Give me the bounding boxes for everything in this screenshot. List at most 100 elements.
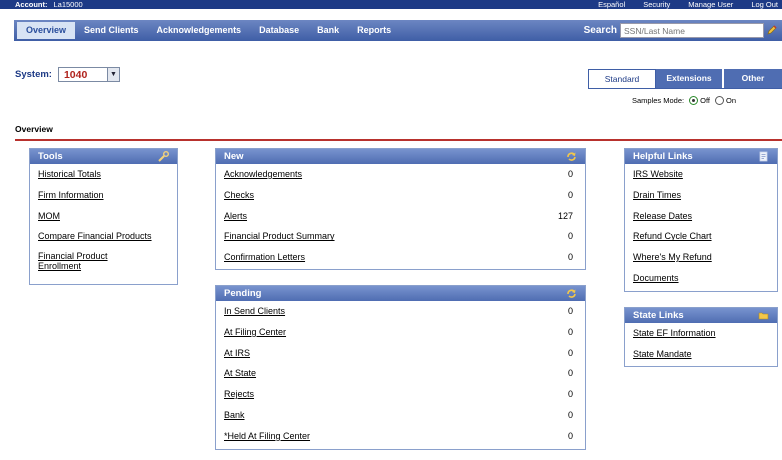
nav-tabs: Overview Send Clients Acknowledgements D… — [14, 20, 400, 41]
new-link-financial-product-summary[interactable]: Financial Product Summary — [224, 231, 335, 241]
tool-item: Firm Information — [30, 185, 177, 206]
tab-send-clients[interactable]: Send Clients — [75, 20, 148, 41]
pending-count: 0 — [567, 368, 573, 379]
tab-underline — [588, 88, 782, 89]
samples-mode: Samples Mode: Off On — [632, 96, 736, 105]
new-link-acknowledgements[interactable]: Acknowledgements — [224, 169, 302, 179]
helpful-item: IRS Website — [625, 164, 777, 185]
tab-bank[interactable]: Bank — [308, 20, 348, 41]
link-drain-times[interactable]: Drain Times — [633, 190, 681, 200]
tool-link-firm-information[interactable]: Firm Information — [38, 190, 104, 200]
refresh-icon[interactable] — [566, 288, 577, 299]
helpful-item: Release Dates — [625, 206, 777, 227]
pending-row: Bank 0 — [216, 405, 585, 426]
tool-link-financial-product-enrollment[interactable]: Financial Product Enrollment — [38, 251, 148, 271]
document-icon — [759, 151, 768, 162]
search-input[interactable] — [620, 23, 764, 38]
chevron-down-icon[interactable]: ▼ — [106, 68, 119, 81]
tab-extensions[interactable]: Extensions — [656, 69, 722, 88]
divider — [15, 139, 782, 141]
search-area: Search — [583, 23, 777, 38]
pending-link-at-irs[interactable]: At IRS — [224, 348, 250, 358]
pending-title: Pending — [224, 288, 262, 299]
tool-item: MOM — [30, 206, 177, 227]
tools-title: Tools — [38, 151, 63, 162]
search-label: Search — [583, 25, 617, 36]
new-row: Checks 0 — [216, 185, 585, 206]
tab-standard[interactable]: Standard — [588, 69, 656, 88]
samples-mode-label: Samples Mode: — [632, 96, 685, 105]
pending-link-at-filing-center[interactable]: At Filing Center — [224, 327, 286, 337]
main-nav: Overview Send Clients Acknowledgements D… — [0, 9, 782, 43]
pending-count: 0 — [567, 306, 573, 316]
folder-icon — [758, 312, 769, 320]
tab-overview[interactable]: Overview — [17, 22, 76, 39]
link-irs-website[interactable]: IRS Website — [633, 169, 683, 179]
link-release-dates[interactable]: Release Dates — [633, 211, 692, 221]
pending-row: At Filing Center 0 — [216, 322, 585, 343]
tab-acknowledgements[interactable]: Acknowledgements — [148, 20, 251, 41]
pending-link-at-state[interactable]: At State — [224, 368, 256, 378]
system-label: System: — [15, 69, 52, 80]
link-wheres-my-refund[interactable]: Where's My Refund — [633, 252, 712, 262]
pending-row: At State 0 — [216, 363, 585, 384]
system-selector: System: 1040 ▼ — [15, 67, 120, 82]
account-label: Account: — [15, 0, 48, 9]
pending-row: Rejects 0 — [216, 384, 585, 405]
new-row: Alerts 127 — [216, 206, 585, 227]
pending-link-in-send-clients[interactable]: In Send Clients — [224, 306, 285, 316]
helpful-item: Refund Cycle Chart — [625, 226, 777, 247]
wrench-icon — [158, 151, 169, 162]
tool-link-compare-financial-products[interactable]: Compare Financial Products — [38, 231, 152, 241]
account-value: La15000 — [53, 0, 83, 9]
pending-panel: Pending In Send Clients 0 At Filing Cente… — [215, 285, 586, 450]
link-espanol[interactable]: Español — [598, 0, 625, 9]
new-count: 0 — [567, 231, 573, 242]
pending-row: At IRS 0 — [216, 343, 585, 364]
new-link-alerts[interactable]: Alerts — [224, 211, 247, 221]
pending-header: Pending — [216, 286, 585, 301]
link-log-out[interactable]: Log Out — [751, 0, 778, 9]
link-documents[interactable]: Documents — [633, 273, 679, 283]
pending-count: 0 — [567, 326, 573, 337]
account-links: Español Security Manage User Log Out — [580, 0, 778, 9]
tool-item: Compare Financial Products — [30, 226, 177, 247]
pending-link-held-at-filing-center[interactable]: *Held At Filing Center — [224, 431, 310, 441]
pending-link-bank[interactable]: Bank — [224, 410, 245, 420]
helpful-item: Where's My Refund — [625, 247, 777, 268]
state-item: State EF Information — [625, 323, 777, 344]
new-link-confirmation-letters[interactable]: Confirmation Letters — [224, 252, 305, 262]
refresh-icon[interactable] — [566, 151, 577, 162]
pending-count: 0 — [567, 430, 573, 441]
tab-other[interactable]: Other — [722, 69, 782, 88]
new-link-checks[interactable]: Checks — [224, 190, 254, 200]
state-item: State Mandate — [625, 344, 777, 365]
tab-reports[interactable]: Reports — [348, 20, 400, 41]
link-state-ef-information[interactable]: State EF Information — [633, 328, 716, 338]
helpful-links-panel: Helpful Links IRS Website Drain Times Re… — [624, 148, 778, 292]
helpful-links-title: Helpful Links — [633, 151, 693, 162]
link-manage-user[interactable]: Manage User — [688, 0, 733, 9]
samples-off-radio[interactable] — [689, 96, 699, 105]
link-refund-cycle-chart[interactable]: Refund Cycle Chart — [633, 231, 712, 241]
pending-row: In Send Clients 0 — [216, 301, 585, 322]
samples-on-radio[interactable] — [714, 96, 724, 105]
pencil-icon[interactable] — [766, 24, 778, 36]
link-state-mandate[interactable]: State Mandate — [633, 349, 692, 359]
pending-link-rejects[interactable]: Rejects — [224, 389, 254, 399]
new-row: Financial Product Summary 0 — [216, 226, 585, 247]
tool-link-historical-totals[interactable]: Historical Totals — [38, 169, 101, 179]
tool-item: Financial Product Enrollment — [30, 247, 177, 274]
tools-panel: Tools Historical Totals Firm Information… — [29, 148, 178, 285]
tab-database[interactable]: Database — [250, 20, 308, 41]
page-title: Overview — [15, 124, 53, 134]
link-security[interactable]: Security — [643, 0, 670, 9]
pending-count: 0 — [567, 389, 573, 400]
account-info: Account: La15000 — [15, 0, 83, 9]
new-count: 0 — [567, 169, 573, 179]
tool-link-mom[interactable]: MOM — [38, 211, 60, 221]
new-title: New — [224, 151, 244, 162]
system-select[interactable]: 1040 ▼ — [57, 67, 120, 82]
nav-strip: Overview Send Clients Acknowledgements D… — [14, 20, 782, 41]
view-tabs: Standard Extensions Other — [588, 69, 782, 88]
